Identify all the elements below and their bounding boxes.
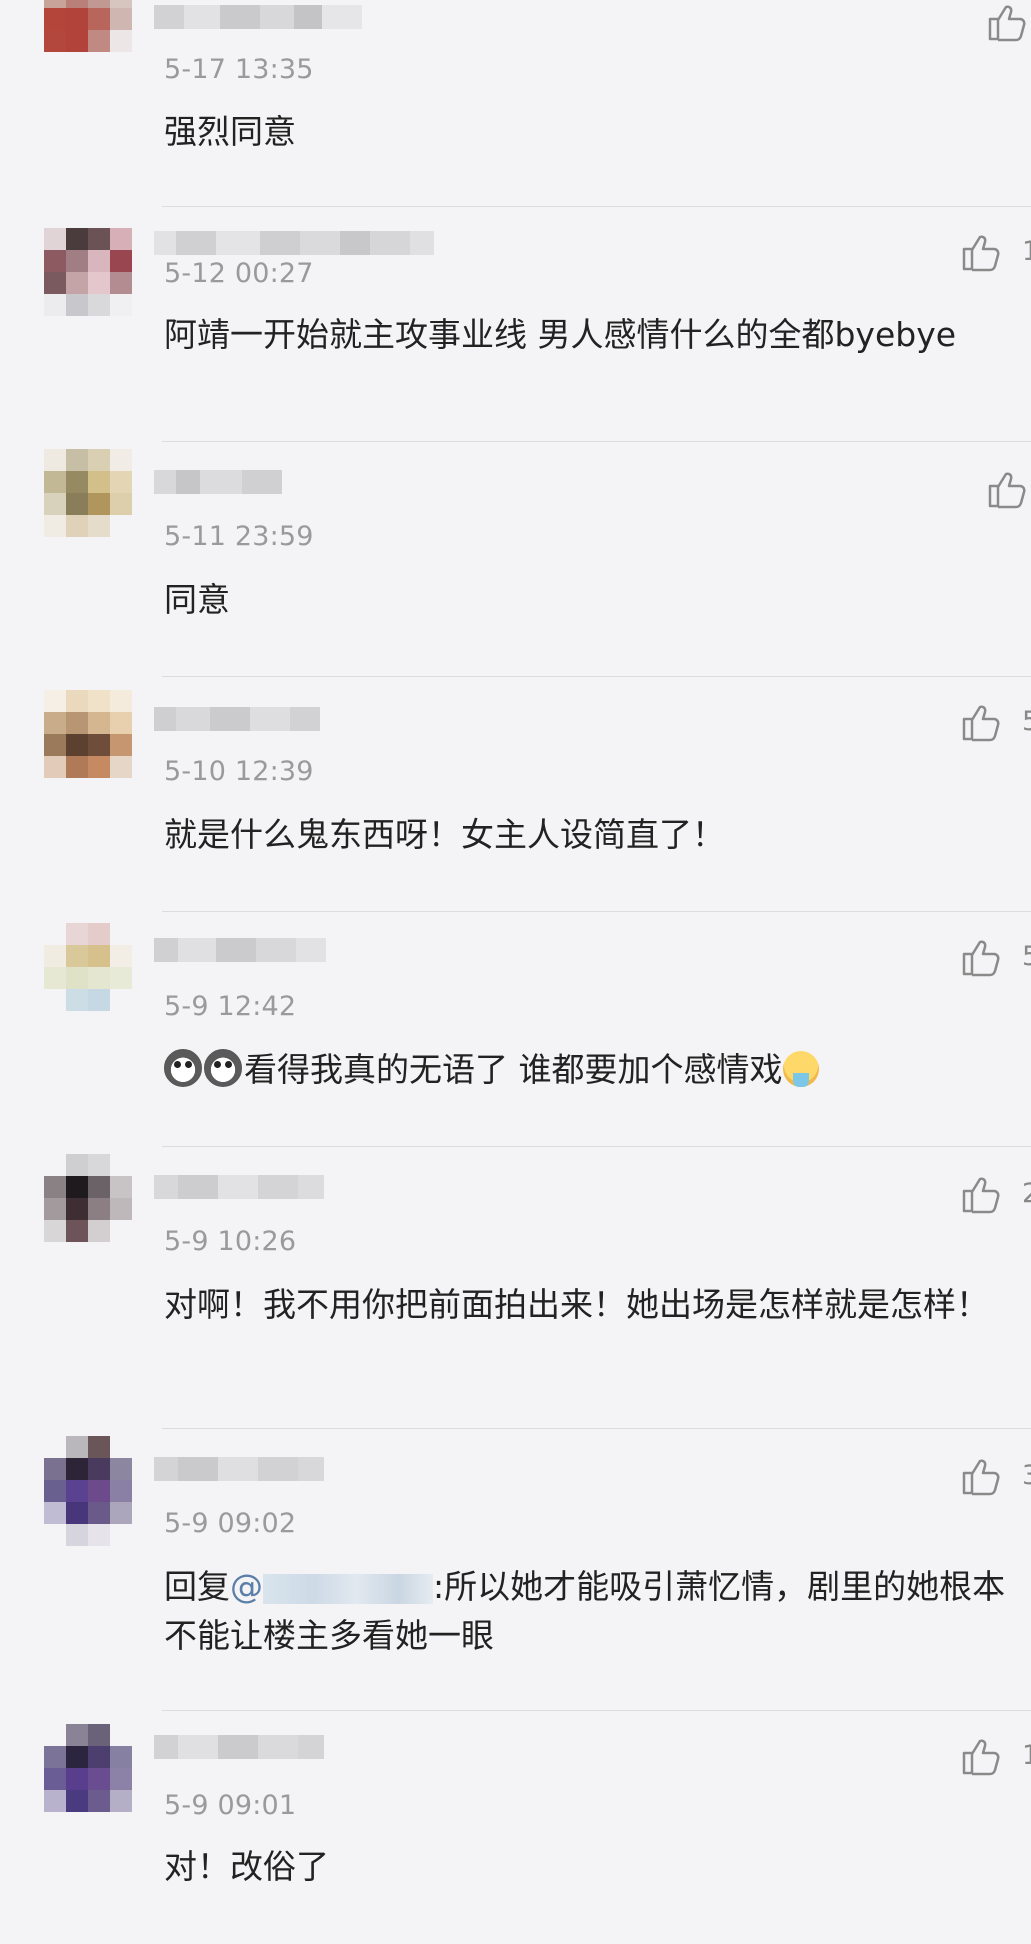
avatar[interactable]: [44, 1724, 132, 1836]
comment-text: 强烈同意: [164, 112, 296, 151]
avatar[interactable]: [44, 449, 132, 561]
username-blurred[interactable]: [154, 230, 434, 256]
thumbs-up-icon: [988, 5, 1026, 42]
like-count: 3: [1022, 1460, 1031, 1491]
like-button[interactable]: [958, 1172, 1002, 1216]
like-count: 1: [1022, 1740, 1031, 1771]
avatar[interactable]: [44, 228, 132, 340]
comment-timestamp: 5-9 09:01: [164, 1790, 297, 1821]
username-blurred[interactable]: [154, 1734, 324, 1760]
comment-text: 看得我真的无语了 谁都要加个感情戏: [164, 1045, 1014, 1094]
comment-item: 5-17 13:35 强烈同意: [0, 0, 1031, 206]
like-button[interactable]: [958, 230, 1002, 274]
like-button[interactable]: [984, 467, 1028, 511]
comment-timestamp: 5-17 13:35: [164, 54, 314, 85]
avatar[interactable]: [44, 1436, 132, 1548]
husky-emoji-icon: [204, 1049, 242, 1087]
avatar[interactable]: [44, 1154, 132, 1266]
comment-list: 5-17 13:35 强烈同意 5-12 00:27 阿靖一开始就主攻事业线 男…: [0, 0, 1031, 1944]
divider: [162, 206, 1031, 207]
avatar[interactable]: [44, 923, 132, 1035]
avatar[interactable]: [44, 690, 132, 802]
comment-timestamp: 5-11 23:59: [164, 521, 314, 552]
comment-timestamp: 5-12 00:27: [164, 258, 314, 289]
thumbs-up-icon: [962, 940, 1000, 977]
divider: [162, 911, 1031, 912]
username-blurred[interactable]: [154, 469, 282, 495]
comment-text: 对啊！我不用你把前面拍出来！她出场是怎样就是怎样！: [164, 1285, 989, 1324]
comment-item: 5-9 10:26 对啊！我不用你把前面拍出来！她出场是怎样就是怎样！ 2: [0, 1146, 1031, 1428]
divider: [162, 1428, 1031, 1429]
comment-item: 5-9 12:42 看得我真的无语了 谁都要加个感情戏 5: [0, 911, 1031, 1146]
comment-text: 同意: [164, 580, 230, 619]
comment-item: 5-12 00:27 阿靖一开始就主攻事业线 男人感情什么的全都byebye 1: [0, 206, 1031, 441]
comment-text-body: 看得我真的无语了 谁都要加个感情戏: [244, 1050, 783, 1089]
comment-item: 5-11 23:59 同意: [0, 441, 1031, 676]
divider: [162, 1146, 1031, 1147]
mention-username-blurred: [263, 1573, 433, 1604]
comment-item: 5-9 09:01 对！改俗了 1: [0, 1710, 1031, 1944]
username-blurred[interactable]: [154, 937, 326, 963]
like-button[interactable]: [958, 935, 1002, 979]
like-count: 1: [1022, 236, 1031, 267]
mention-link[interactable]: @: [230, 1567, 433, 1606]
like-button[interactable]: [958, 1454, 1002, 1498]
thumbs-up-icon: [962, 705, 1000, 742]
reply-prefix: 回复: [164, 1567, 230, 1606]
divider: [162, 676, 1031, 677]
username-blurred[interactable]: [154, 1456, 324, 1482]
comment-timestamp: 5-9 09:02: [164, 1508, 297, 1539]
thumbs-up-icon: [962, 1177, 1000, 1214]
comment-text: 就是什么鬼东西呀！女主人设简直了！: [164, 815, 725, 854]
thumbs-up-icon: [962, 235, 1000, 272]
comment-text: 阿靖一开始就主攻事业线 男人感情什么的全都byebye: [164, 315, 957, 354]
avatar[interactable]: [44, 0, 132, 98]
comment-item: 5-9 09:02 回复@:所以她才能吸引萧忆情，剧里的她根本不能让楼主多看她一…: [0, 1428, 1031, 1710]
username-blurred[interactable]: [154, 4, 362, 30]
mention-at: @: [230, 1567, 263, 1606]
comment-timestamp: 5-9 12:42: [164, 991, 297, 1022]
husky-emoji-icon: [164, 1049, 202, 1087]
like-count: 2: [1022, 1178, 1031, 1209]
thumbs-up-icon: [962, 1739, 1000, 1776]
divider: [162, 1710, 1031, 1711]
thumbs-up-icon: [988, 472, 1026, 509]
comment-timestamp: 5-9 10:26: [164, 1226, 297, 1257]
like-button[interactable]: [958, 700, 1002, 744]
comment-text: 回复@:所以她才能吸引萧忆情，剧里的她根本不能让楼主多看她一眼: [164, 1562, 1014, 1660]
comment-timestamp: 5-10 12:39: [164, 756, 314, 787]
divider: [162, 441, 1031, 442]
comment-item: 5-10 12:39 就是什么鬼东西呀！女主人设简直了！ 5: [0, 676, 1031, 911]
like-count: 5: [1022, 706, 1031, 737]
like-count: 5: [1022, 941, 1031, 972]
vomit-emoji-icon: [782, 1051, 819, 1087]
username-blurred[interactable]: [154, 706, 320, 732]
comment-text: 对！改俗了: [164, 1847, 329, 1886]
like-button[interactable]: [984, 0, 1028, 44]
username-blurred[interactable]: [154, 1174, 324, 1200]
like-button[interactable]: [958, 1734, 1002, 1778]
thumbs-up-icon: [962, 1459, 1000, 1496]
